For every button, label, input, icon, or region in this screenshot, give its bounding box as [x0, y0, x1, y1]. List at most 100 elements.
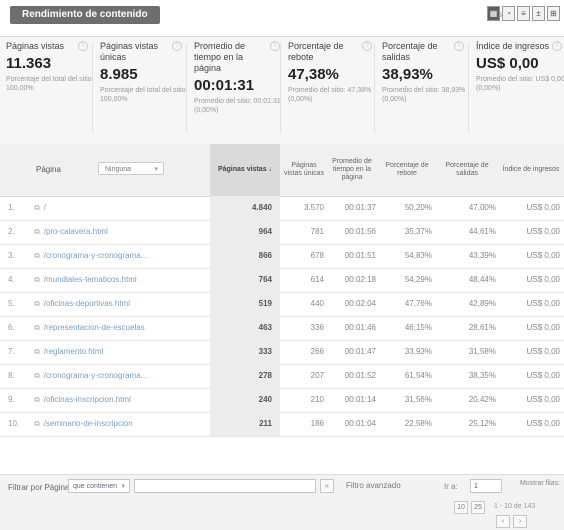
- column-header-avg-time[interactable]: Promedio de tiempo en la página: [328, 144, 376, 196]
- grid-icon[interactable]: ▦: [487, 6, 500, 21]
- metric-unique-pageviews: Páginas vistas únicas ? 8.985 Porcentaje…: [94, 41, 188, 139]
- filter-label: Filtrar por Página:: [8, 483, 72, 492]
- page-link[interactable]: ⧉/reglamento.html: [34, 340, 210, 364]
- pageviews-value: 519: [210, 292, 280, 316]
- filter-input[interactable]: [134, 479, 316, 493]
- column-header-unique[interactable]: Páginas vistas únicas: [282, 144, 326, 196]
- exit-value: 38,35%: [468, 371, 496, 380]
- unique-value: 207: [310, 371, 324, 380]
- filter-apply-button[interactable]: »: [320, 479, 334, 493]
- external-link-icon[interactable]: ⧉: [34, 419, 40, 428]
- column-header-bounce[interactable]: Porcentaje de rebote: [380, 144, 434, 196]
- exit-value: 44,61%: [468, 227, 496, 236]
- column-header-pageviews[interactable]: Páginas vistas ↓: [210, 144, 280, 196]
- external-link-icon[interactable]: ⧉: [34, 299, 40, 308]
- page-link[interactable]: ⧉/representacion-de-escuelas: [34, 316, 210, 340]
- page-link[interactable]: ⧉/cronograma-y-cronograma...: [34, 364, 210, 388]
- bars-icon[interactable]: ≡: [517, 6, 530, 21]
- compare-icon[interactable]: ±: [532, 6, 545, 21]
- bounce-value: 54,29%: [404, 275, 432, 284]
- metric-value: US$ 0,00: [476, 55, 539, 72]
- help-icon[interactable]: ?: [552, 41, 562, 51]
- filter-mode-select[interactable]: que contienen ▾: [68, 479, 130, 493]
- exit-value: 43,39%: [468, 251, 496, 260]
- bounce-value: 33,93%: [404, 347, 432, 356]
- table-row: 1. ⧉/ 4.840 3.570 00:01:37 50,20% 47,00%…: [0, 196, 564, 221]
- page-path: /cronograma-y-cronograma...: [43, 371, 148, 380]
- page-link[interactable]: ⧉/mundiales-tematicos.html: [34, 268, 210, 292]
- page-link[interactable]: ⧉/seminario-de-inscripcion: [34, 412, 210, 436]
- metric-note: Promedio del sitio: 00:01:31 (0,00%): [194, 98, 281, 114]
- row-index: 1.: [8, 203, 15, 212]
- exit-value: 25,12%: [468, 419, 496, 428]
- secondary-dimension-select[interactable]: Ninguna ▾: [98, 162, 164, 175]
- metric-note: Promedio del sitio: US$ 0,00 (0,00%): [476, 76, 564, 92]
- pageviews-value: 964: [210, 220, 280, 244]
- view-toggle-group: ▦ ◔ ≡ ± ⊞: [487, 6, 560, 21]
- bounce-value: 35,37%: [404, 227, 432, 236]
- pageviews-value: 278: [210, 364, 280, 388]
- page-link[interactable]: ⧉/pro-calavera.html: [34, 220, 210, 244]
- page-number-input[interactable]: 1: [470, 479, 502, 493]
- external-link-icon[interactable]: ⧉: [34, 371, 40, 380]
- external-link-icon[interactable]: ⧉: [34, 227, 40, 236]
- unique-value: 186: [310, 419, 324, 428]
- rows-option-button[interactable]: 10: [454, 501, 468, 514]
- help-icon[interactable]: ?: [454, 41, 464, 51]
- metric-avg-time: Promedio de tiempo en la página ? 00:01:…: [188, 41, 281, 139]
- table-row: 3. ⧉/cronograma-y-cronograma... 866 678 …: [0, 244, 564, 269]
- avg-time-value: 00:01:14: [344, 395, 376, 404]
- column-header-revenue[interactable]: Índice de ingresos: [500, 144, 562, 196]
- external-link-icon[interactable]: ⧉: [34, 275, 40, 284]
- help-icon[interactable]: ?: [78, 41, 88, 51]
- revenue-value: US$ 0,00: [526, 299, 560, 308]
- next-page-button[interactable]: ›: [513, 515, 527, 528]
- unique-value: 440: [310, 299, 324, 308]
- avg-time-value: 00:01:52: [344, 371, 376, 380]
- unique-value: 336: [310, 323, 324, 332]
- page-link[interactable]: ⧉/oficinas-inscripcion.html: [34, 388, 210, 412]
- pivot-icon[interactable]: ⊞: [547, 6, 560, 21]
- row-index: 2.: [8, 227, 15, 236]
- metric-pageviews: Páginas vistas ? 11.363 Porcentaje del t…: [0, 41, 94, 139]
- pagination-range: 1 - 10 de 143: [494, 503, 536, 510]
- page-path: /oficinas-deportivas.html: [43, 299, 130, 308]
- column-header-page[interactable]: Página: [36, 144, 84, 196]
- external-link-icon[interactable]: ⧉: [34, 251, 40, 260]
- bounce-value: 46,15%: [404, 323, 432, 332]
- help-icon[interactable]: ?: [270, 41, 280, 51]
- unique-value: 3.570: [303, 203, 324, 212]
- metric-exit-rate: Porcentaje de salidas ? 38,93% Promedio …: [376, 41, 468, 139]
- metric-label: Porcentaje de rebote: [288, 41, 344, 62]
- page-path: /cronograma-y-cronograma...: [43, 251, 148, 260]
- help-icon[interactable]: ?: [172, 41, 182, 51]
- pie-icon[interactable]: ◔: [502, 6, 515, 21]
- column-header-label: Páginas vistas: [217, 166, 267, 173]
- page-link[interactable]: ⧉/cronograma-y-cronograma...: [34, 244, 210, 268]
- table-row: 9. ⧉/oficinas-inscripcion.html 240 210 0…: [0, 388, 564, 413]
- external-link-icon[interactable]: ⧉: [34, 395, 40, 404]
- prev-page-button[interactable]: ‹: [496, 515, 510, 528]
- help-icon[interactable]: ?: [362, 41, 372, 51]
- bounce-value: 50,20%: [404, 203, 432, 212]
- exit-value: 28,61%: [468, 323, 496, 332]
- metric-divider: [280, 43, 281, 133]
- avg-time-value: 00:02:18: [344, 275, 376, 284]
- metric-value: 11.363: [6, 55, 52, 72]
- external-link-icon[interactable]: ⧉: [34, 323, 40, 332]
- advanced-filter-link[interactable]: Filtro avanzado: [346, 481, 401, 490]
- page-link[interactable]: ⧉/oficinas-deportivas.html: [34, 292, 210, 316]
- external-link-icon[interactable]: ⧉: [34, 203, 40, 212]
- column-header-exit[interactable]: Porcentaje de salidas: [438, 144, 496, 196]
- pageviews-value: 764: [210, 268, 280, 292]
- avg-time-value: 00:02:04: [344, 299, 376, 308]
- metric-label: Páginas vistas: [6, 41, 65, 51]
- row-index: 6.: [8, 323, 15, 332]
- content-table: Página Ninguna ▾ Páginas vistas ↓ Página…: [0, 144, 564, 474]
- bounce-value: 47,76%: [404, 299, 432, 308]
- table-row: 4. ⧉/mundiales-tematicos.html 764 614 00…: [0, 268, 564, 293]
- avg-time-value: 00:01:46: [344, 323, 376, 332]
- page-link[interactable]: ⧉ /: [34, 196, 210, 220]
- rows-option-button[interactable]: 25: [471, 501, 485, 514]
- external-link-icon[interactable]: ⧉: [34, 347, 40, 356]
